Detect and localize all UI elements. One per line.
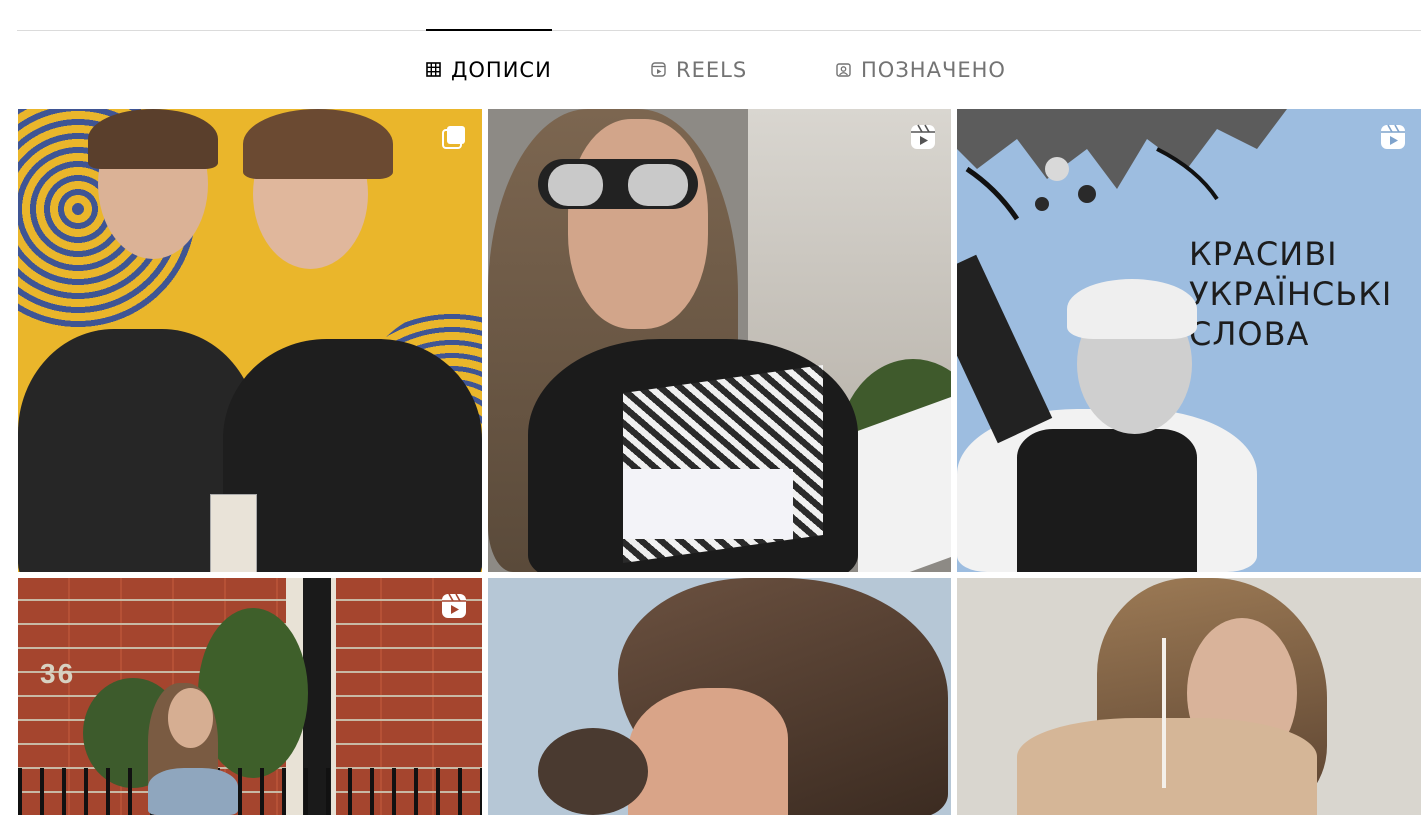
post-4-house-number: 36 <box>40 658 76 689</box>
post-5-face <box>628 688 788 815</box>
carousel-icon <box>440 123 468 151</box>
post-tile-4[interactable]: 36 <box>18 578 482 815</box>
tab-tagged[interactable]: ПОЗНАЧЕНО <box>836 30 1006 109</box>
post-6-blouse <box>1017 718 1317 815</box>
post-1-person-left-hair <box>88 109 218 169</box>
post-1-person-right-blazer <box>223 339 482 572</box>
tab-tagged-label: ПОЗНАЧЕНО <box>861 57 1006 82</box>
post-tile-1[interactable] <box>18 109 482 572</box>
post-3-raised-arm <box>957 254 1053 444</box>
tagged-icon <box>836 63 851 77</box>
reel-icon <box>440 592 468 620</box>
post-2-notebook-pages <box>623 469 793 539</box>
post-4-fence <box>18 768 482 815</box>
reels-icon <box>651 62 666 77</box>
post-3-headline-line-3: СЛОВА <box>1189 315 1310 353</box>
post-tile-6[interactable] <box>957 578 1421 815</box>
post-1-person-right-hair <box>243 109 393 179</box>
post-1-badge-card <box>210 494 257 572</box>
post-3-headline: КРАСИВІ УКРАЇНСЬКІ СЛОВА <box>1189 234 1392 354</box>
tab-reels-label: REELS <box>676 57 748 82</box>
post-3-headline-line-1: КРАСИВІ <box>1189 235 1338 273</box>
grid-icon <box>426 62 441 77</box>
post-3-headscarf <box>1067 279 1197 339</box>
post-3-headline-line-2: УКРАЇНСЬКІ <box>1189 275 1393 313</box>
post-2-person-face <box>568 119 708 329</box>
post-6-earring <box>1162 638 1166 788</box>
post-3-folk-ornament <box>957 109 1287 221</box>
reel-icon <box>1379 123 1407 151</box>
post-tile-5[interactable] <box>488 578 951 815</box>
post-2-lens-right <box>628 164 688 206</box>
reel-icon <box>909 123 937 151</box>
tab-posts-label: ДОПИСИ <box>451 57 552 82</box>
post-4-person-coat <box>148 768 238 815</box>
post-2-lens-left <box>548 164 603 206</box>
tab-posts[interactable]: ДОПИСИ <box>426 29 552 109</box>
post-4-person-face <box>168 688 213 748</box>
post-tile-2[interactable] <box>488 109 951 572</box>
post-3-vest <box>1017 429 1197 572</box>
post-5-second-person <box>538 728 648 815</box>
post-tile-3[interactable]: КРАСИВІ УКРАЇНСЬКІ СЛОВА <box>957 109 1421 572</box>
tab-reels[interactable]: REELS <box>651 30 747 109</box>
